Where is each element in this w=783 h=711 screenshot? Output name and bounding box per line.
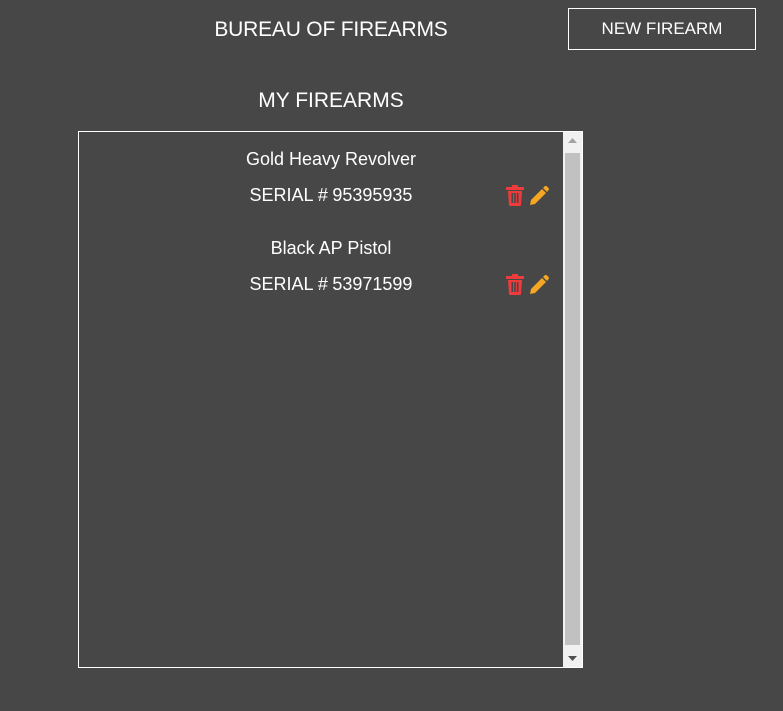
edit-firearm-button[interactable]	[528, 183, 550, 207]
pencil-icon	[529, 185, 549, 205]
serial-number: 95395935	[332, 185, 413, 205]
serial-label: SERIAL #	[249, 185, 328, 205]
scroll-thumb[interactable]	[565, 153, 580, 645]
scroll-down-button[interactable]	[563, 650, 582, 667]
firearm-name: Black AP Pistol	[270, 238, 392, 258]
triangle-up-icon	[568, 138, 577, 143]
new-firearm-button[interactable]: NEW FIREARM	[568, 8, 756, 50]
firearms-list-panel[interactable]: Gold Heavy Revolver SERIAL # 95395935 Bl…	[78, 131, 583, 668]
firearms-list: Gold Heavy Revolver SERIAL # 95395935 Bl…	[79, 132, 563, 667]
firearm-item: Black AP Pistol SERIAL # 53971599	[79, 221, 563, 295]
serial-label: SERIAL #	[249, 274, 328, 294]
delete-firearm-button[interactable]	[504, 272, 526, 296]
app-title: BUREAU OF FIREARMS	[214, 18, 448, 41]
firearm-serial-row: SERIAL # 53971599	[79, 272, 582, 296]
section-title: MY FIREARMS	[258, 89, 404, 112]
firearm-serial-row: SERIAL # 95395935	[79, 183, 582, 207]
trash-icon	[506, 184, 524, 206]
scroll-up-button[interactable]	[563, 132, 582, 149]
trash-icon	[506, 273, 524, 295]
delete-firearm-button[interactable]	[504, 183, 526, 207]
edit-firearm-button[interactable]	[528, 272, 550, 296]
scrollbar[interactable]	[563, 132, 582, 667]
serial-number: 53971599	[332, 274, 413, 294]
triangle-down-icon	[568, 656, 577, 661]
pencil-icon	[529, 274, 549, 294]
firearm-name: Gold Heavy Revolver	[245, 149, 417, 169]
firearm-item: Gold Heavy Revolver SERIAL # 95395935	[79, 132, 563, 206]
